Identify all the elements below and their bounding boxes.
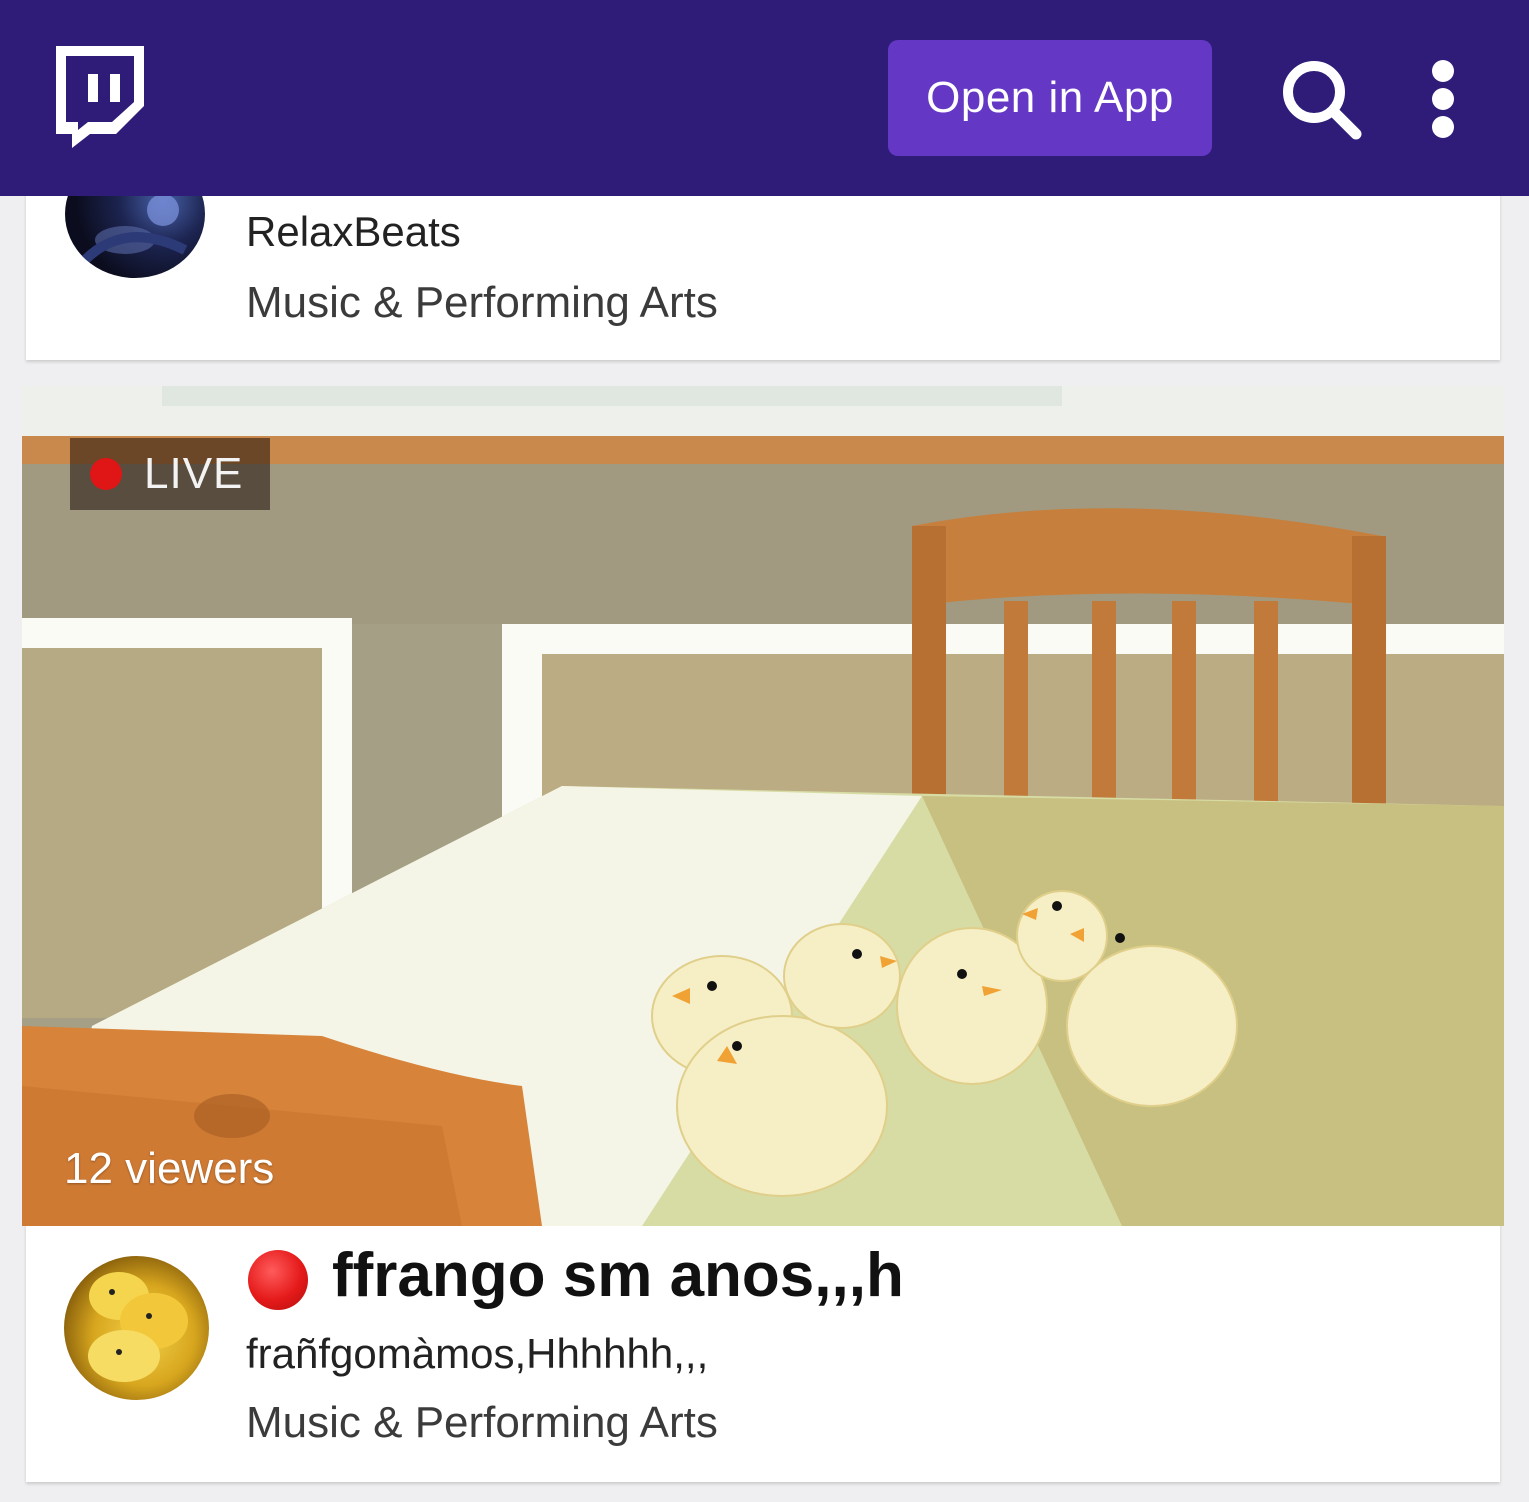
search-icon[interactable] — [1276, 56, 1366, 142]
menu-dot — [1432, 116, 1454, 138]
top-app-bar: Open in App — [0, 0, 1529, 196]
thumbnail-scene — [22, 386, 1504, 1226]
open-in-app-button[interactable]: Open in App — [888, 40, 1212, 156]
viewer-count: 12 viewers — [64, 1144, 275, 1193]
channel-name[interactable]: frañfgomàmos,Hhhhhh,,, — [246, 1330, 708, 1378]
live-status-icon — [248, 1250, 308, 1310]
channel-avatar[interactable] — [64, 1256, 209, 1400]
stream-thumbnail[interactable]: LIVE 12 viewers — [22, 386, 1504, 1226]
live-label: LIVE — [144, 449, 244, 498]
menu-dot — [1432, 60, 1454, 82]
channel-name[interactable]: RelaxBeats — [246, 208, 461, 256]
twitch-logo-icon[interactable] — [50, 44, 150, 148]
live-indicator-dot — [90, 458, 122, 490]
stream-category[interactable]: Music & Performing Arts — [246, 1398, 718, 1448]
more-vertical-icon[interactable] — [1420, 56, 1466, 142]
stream-category[interactable]: Music & Performing Arts — [246, 278, 718, 328]
live-badge: LIVE — [70, 438, 270, 510]
stream-title[interactable]: ffrango sm anos,,,h — [332, 1240, 904, 1311]
menu-dot — [1432, 88, 1454, 110]
